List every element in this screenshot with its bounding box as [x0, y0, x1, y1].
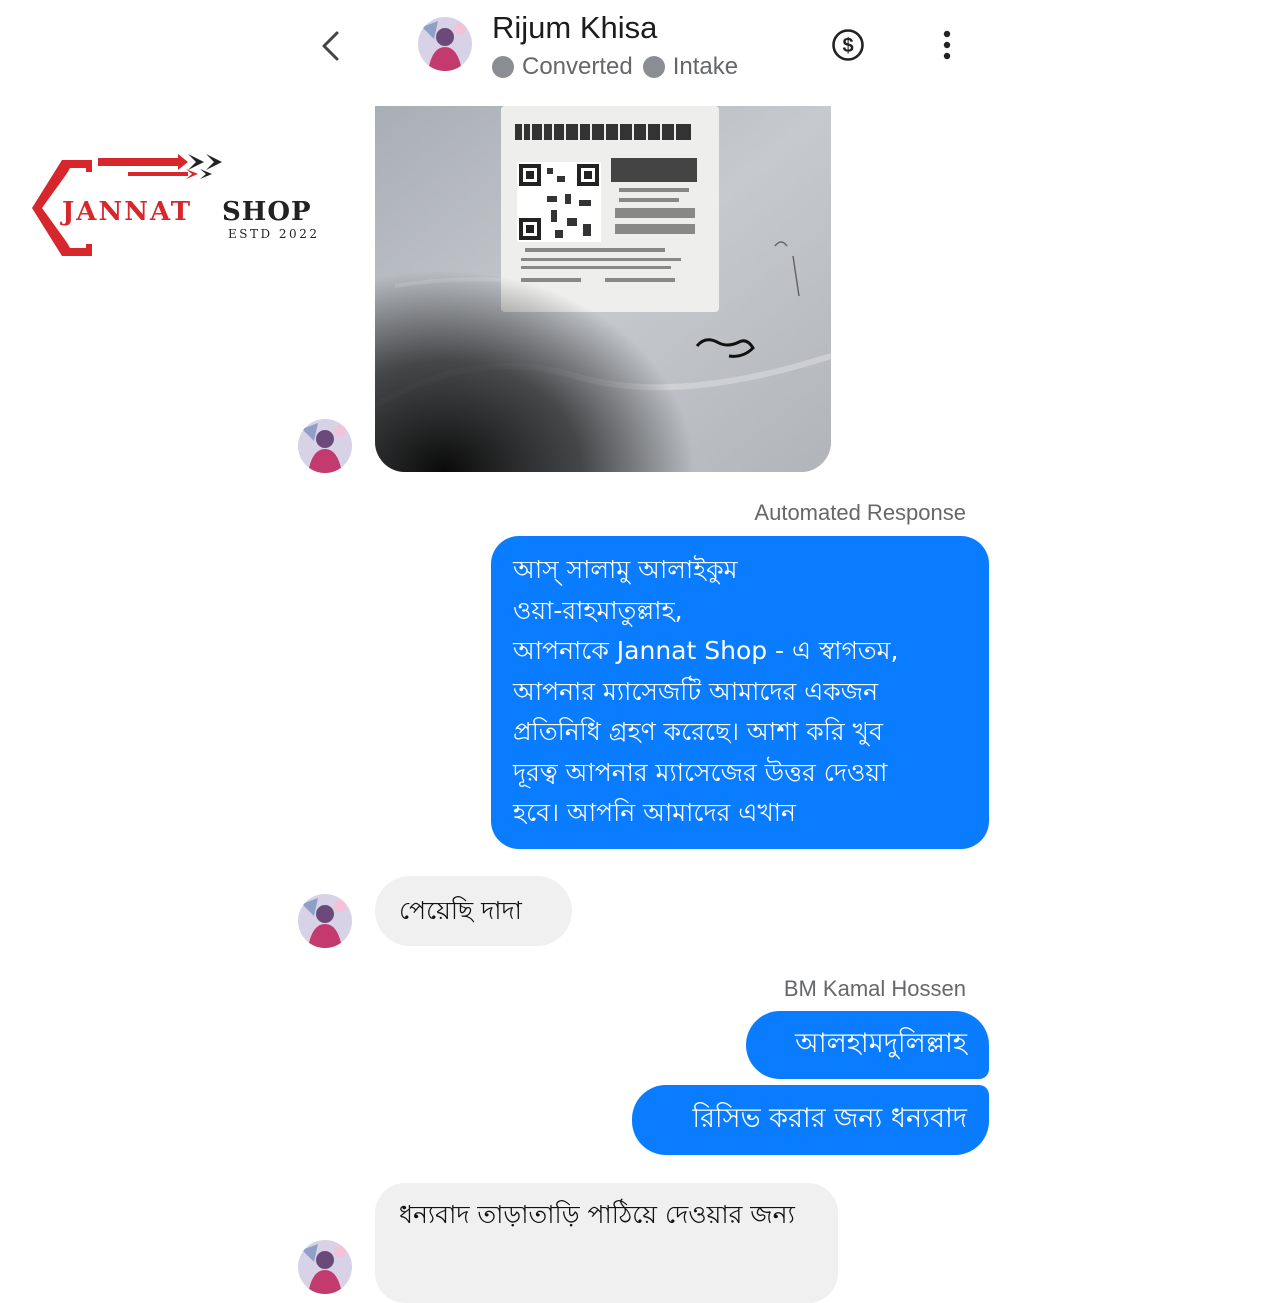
tag-intake[interactable]: Intake — [642, 53, 739, 81]
tag-label: Intake — [672, 53, 739, 80]
message-line: আপনার ম্যাসেজটি আমাদের একজন — [513, 676, 878, 706]
message-line: ওয়া-রাহমাতুল্লাহ, — [513, 595, 683, 625]
sent-message[interactable]: আলহামদুলিল্লাহ — [746, 1011, 989, 1079]
more-vertical-icon — [943, 30, 951, 60]
payment-button[interactable]: $ — [831, 28, 865, 62]
tag-label: Converted — [522, 53, 633, 80]
contact-avatar[interactable] — [418, 17, 472, 71]
logo-estd: ESTD 2022 — [228, 227, 319, 241]
tag-converted[interactable]: Converted — [492, 53, 633, 81]
received-message[interactable]: পেয়েছি দাদা — [375, 876, 572, 946]
message-line: আস্ সালামু আলাইকুম — [513, 555, 738, 584]
sender-avatar[interactable] — [298, 894, 352, 948]
sender-avatar[interactable] — [298, 419, 352, 473]
sender-avatar[interactable] — [298, 1240, 352, 1294]
more-options-button[interactable] — [934, 28, 960, 62]
chevron-left-icon — [322, 31, 339, 61]
contact-name: Rijum Khisa — [492, 10, 658, 45]
svg-text:$: $ — [842, 35, 853, 57]
chat-header: Rijum Khisa Converted Intake $ — [0, 0, 1280, 100]
sender-name-label: BM Kamal Hossen — [783, 976, 966, 1001]
received-message[interactable]: ধন্যবাদ তাড়াতাড়ি পাঠিয়ে দেওয়ার জন্য — [375, 1183, 838, 1303]
message-line: দূরত্ব আপনার ম্যাসেজের উত্তর দেওয়া — [513, 757, 888, 787]
message-line: প্রতিনিধি গ্রহণ করেছে। আশা করি খুব — [513, 717, 883, 746]
logo-name-1: JANNAT — [60, 197, 192, 227]
logo-name-2: SHOP — [222, 197, 312, 227]
parcel-photo[interactable] — [375, 106, 831, 472]
automated-response-label: Automated Response — [754, 500, 966, 525]
back-button[interactable] — [314, 26, 350, 66]
sent-message[interactable]: রিসিভ করার জন্য ধন্যবাদ — [632, 1085, 989, 1155]
automated-response-bubble[interactable]: আস্ সালামু আলাইকুম ওয়া-রাহমাতুল্লাহ, আপ… — [491, 536, 989, 849]
jannat-shop-logo: JANNAT SHOP ESTD 2022 — [28, 150, 328, 265]
tag-dot — [492, 56, 514, 78]
contact-tags: Converted Intake — [492, 53, 738, 81]
dollar-circle-icon: $ — [832, 29, 864, 61]
message-line: আপনাকে Jannat Shop - এ স্বাগতম, — [513, 636, 899, 665]
tag-dot — [642, 56, 665, 78]
message-line: হবে। আপনি আমাদের এখান — [513, 798, 796, 827]
